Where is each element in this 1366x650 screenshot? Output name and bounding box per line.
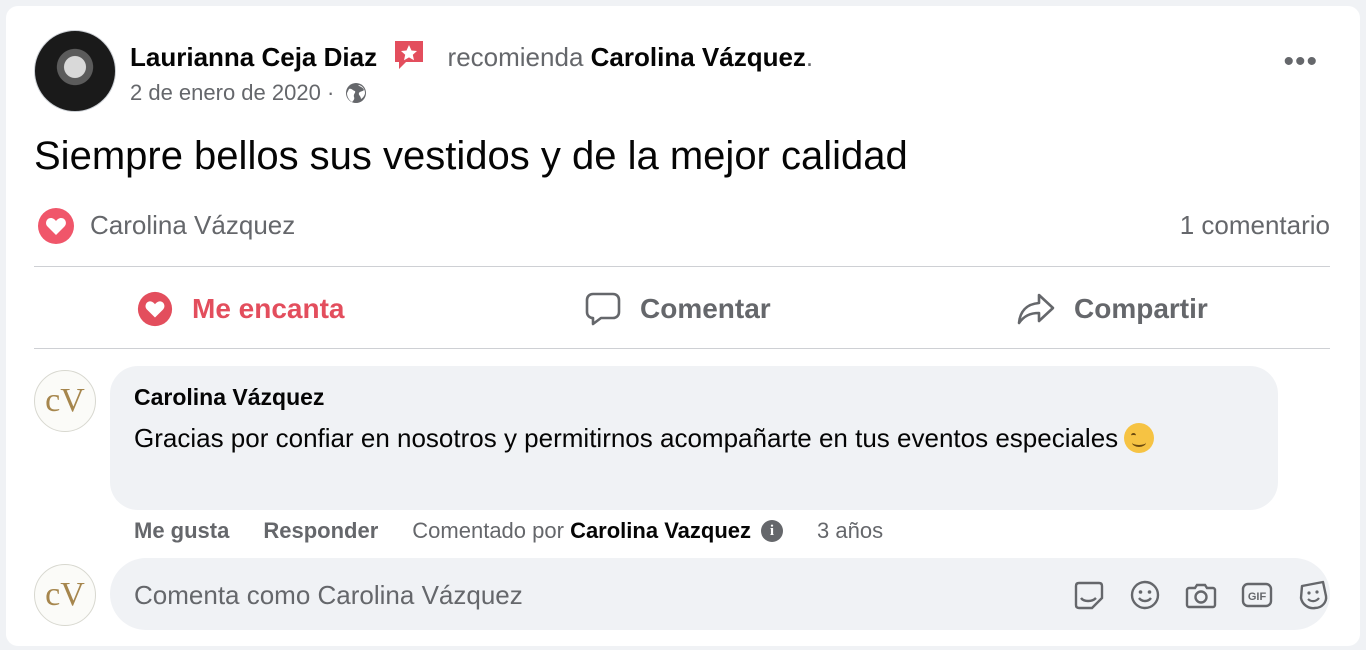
comment-like-button[interactable]: Me gusta [134,518,229,544]
share-button-label: Compartir [1074,293,1208,324]
comment-author[interactable]: Carolina Vázquez [134,384,324,411]
author-name[interactable]: Laurianna Ceja Diaz [130,42,377,72]
avatar-sticker-icon[interactable] [1296,578,1330,612]
reactor-name[interactable]: Carolina Vázquez [90,210,295,241]
comment-button-label: Comentar [640,293,771,324]
globe-icon[interactable] [340,80,368,105]
recommends-label: recomienda [447,42,584,72]
comment-body: Gracias por confiar en nosotros y permit… [134,418,1244,458]
divider [34,348,1330,349]
post-meta: 2 de enero de 2020 · [130,80,368,106]
heart-icon [137,291,173,327]
header-period: . [805,42,814,72]
author-avatar[interactable] [34,30,116,112]
share-arrow-icon [1017,293,1055,325]
love-button[interactable]: Me encanta [136,290,345,328]
commenter-avatar[interactable]: cV [34,370,96,432]
comment-reply-button[interactable]: Responder [263,518,378,544]
info-icon[interactable]: i [761,520,784,542]
post-date[interactable]: 2 de enero de 2020 [130,80,321,105]
composer-toolbar: GIF [1072,578,1330,612]
comment-text: Gracias por confiar en nosotros y permit… [134,423,1119,453]
gif-icon[interactable]: GIF [1240,578,1274,612]
meta-separator: · [320,80,341,105]
smiling-face-emoji-icon [1124,423,1155,453]
page-name-link[interactable]: Carolina Vázquez [591,42,806,72]
comment-actions: Me gusta Responder Comentado por Carolin… [134,518,883,544]
comment-button[interactable]: Comentar [584,290,771,328]
more-options-icon[interactable]: ••• [1283,47,1318,77]
comment-time[interactable]: 3 años [817,518,883,544]
post-card: Laurianna Ceja Diaz recomienda Carolina … [6,6,1360,646]
divider [34,266,1330,267]
love-reaction-icon[interactable] [36,206,76,251]
share-button[interactable]: Compartir [1016,290,1208,328]
commented-by-name[interactable]: Carolina Vazquez [570,518,751,544]
comment-input[interactable]: Comenta como Carolina Vázquez [134,580,523,611]
comment-count-link[interactable]: 1 comentario [1180,210,1330,241]
recommendation-star-icon [392,38,426,79]
commented-by-label: Comentado por [412,518,564,543]
sticker-icon[interactable] [1072,578,1106,612]
composer-avatar[interactable]: cV [34,564,96,626]
post-text: Siempre bellos sus vestidos y de la mejo… [34,134,908,178]
post-header-line: Laurianna Ceja Diaz recomienda Carolina … [130,38,813,79]
svg-text:GIF: GIF [1248,591,1267,603]
love-button-label: Me encanta [192,293,345,324]
camera-icon[interactable] [1184,578,1218,612]
comment-bubble-icon [585,292,621,326]
emoji-icon[interactable] [1128,578,1162,612]
